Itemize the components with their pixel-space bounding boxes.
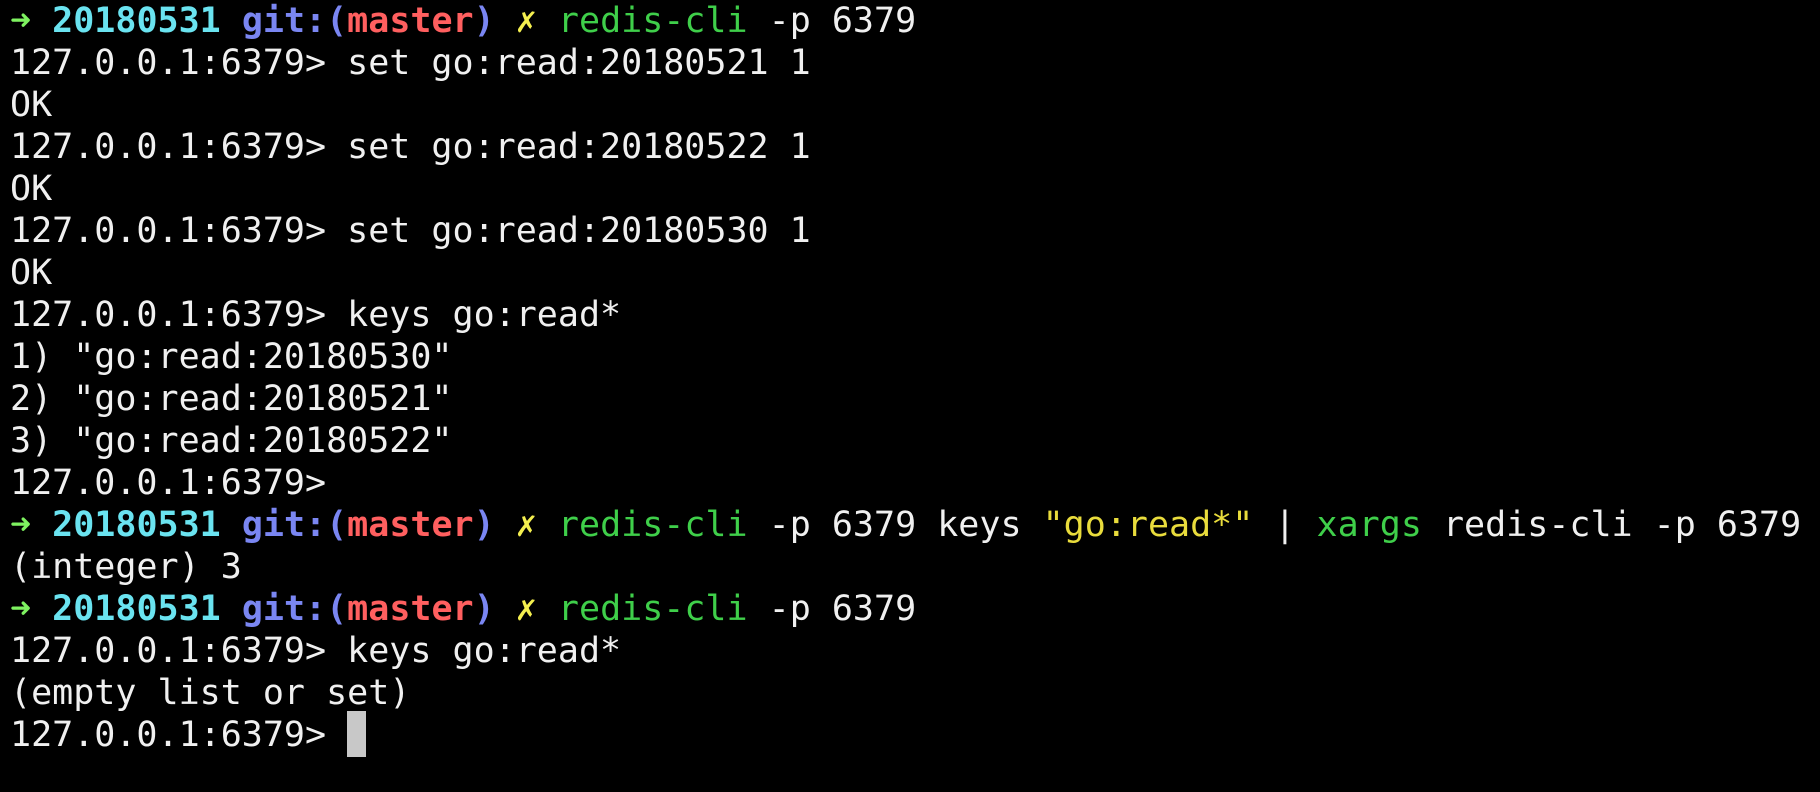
command-name: redis-cli — [557, 505, 748, 545]
redis-output-line: (empty list or set) — [10, 673, 411, 713]
redis-command-line: 127.0.0.1:6379> keys go:read* — [10, 631, 622, 671]
command-pipe: | — [1253, 505, 1317, 545]
prompt-branch: master — [347, 505, 474, 545]
redis-command-line: 127.0.0.1:6379> set go:read:20180530 1 — [10, 211, 811, 251]
prompt-git-close: ) — [473, 505, 495, 545]
redis-output-line: OK — [10, 253, 53, 293]
command-args: -p 6379 — [747, 589, 917, 629]
redis-output-line: OK — [10, 169, 53, 209]
shell-prompt-line: ➜ 20180531 git:(master) ✗ redis-cli -p 6… — [10, 504, 1820, 546]
prompt-directory: 20180531 — [52, 505, 221, 545]
redis-input-line[interactable]: 127.0.0.1:6379> — [10, 711, 1820, 757]
redis-output-line: 1) "go:read:20180530" — [10, 337, 453, 377]
prompt-git-open: git:( — [241, 1, 348, 41]
prompt-arrow-icon: ➜ — [10, 1, 32, 41]
prompt-dirty-icon: ✗ — [515, 505, 537, 545]
command-args: redis-cli -p 6379 del — [1442, 505, 1802, 545]
command-string-arg: "go:read*" — [1042, 505, 1254, 545]
redis-command-line: 127.0.0.1:6379> set go:read:20180521 1 — [10, 43, 811, 83]
command-args: -p 6379 — [747, 1, 917, 41]
redis-prompt-line: 127.0.0.1:6379> — [10, 463, 327, 503]
redis-output-line: OK — [10, 85, 53, 125]
prompt-git-open: git:( — [241, 505, 348, 545]
command-name: redis-cli — [557, 1, 748, 41]
prompt-dirty-icon: ✗ — [515, 589, 537, 629]
command-name: xargs — [1316, 505, 1422, 545]
prompt-git-open: git:( — [241, 589, 348, 629]
shell-prompt-line: ➜ 20180531 git:(master) ✗ redis-cli -p 6… — [10, 588, 1820, 630]
redis-command-line: 127.0.0.1:6379> keys go:read* — [10, 295, 622, 335]
redis-prompt: 127.0.0.1:6379> — [10, 715, 348, 755]
prompt-directory: 20180531 — [52, 1, 221, 41]
prompt-git-close: ) — [473, 589, 495, 629]
prompt-branch: master — [347, 589, 474, 629]
prompt-arrow-icon: ➜ — [10, 589, 32, 629]
prompt-git-close: ) — [473, 1, 495, 41]
command-name: redis-cli — [557, 589, 748, 629]
command-args: -p 6379 keys — [747, 505, 1043, 545]
text-cursor[interactable] — [347, 711, 367, 757]
shell-output-line: (integer) 3 — [10, 547, 242, 587]
redis-output-line: 2) "go:read:20180521" — [10, 379, 453, 419]
prompt-directory: 20180531 — [52, 589, 221, 629]
redis-output-line: 3) "go:read:20180522" — [10, 421, 453, 461]
prompt-dirty-icon: ✗ — [515, 1, 537, 41]
prompt-arrow-icon: ➜ — [10, 505, 32, 545]
prompt-branch: master — [347, 1, 474, 41]
shell-prompt-line: ➜ 20180531 git:(master) ✗ redis-cli -p 6… — [10, 0, 1820, 42]
redis-command-line: 127.0.0.1:6379> set go:read:20180522 1 — [10, 127, 811, 167]
terminal-window[interactable]: ➜ 20180531 git:(master) ✗ redis-cli -p 6… — [0, 0, 1820, 792]
